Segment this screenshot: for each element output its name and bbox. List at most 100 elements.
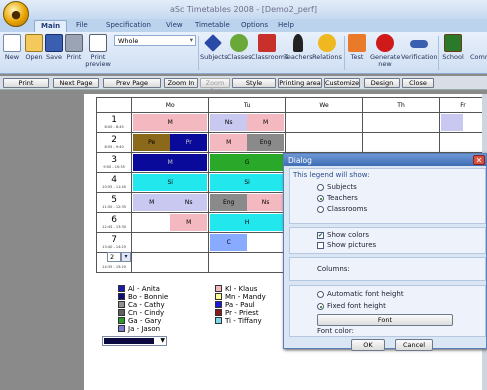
radio-fixed-font[interactable] [317,303,324,310]
school-button[interactable]: School [440,34,466,61]
tab-view[interactable]: View [160,20,189,32]
legend-swatch [215,309,222,316]
period-time: 11:50 - 12:35 [102,205,126,209]
period-time: 14:35 - 15:20 [102,265,126,269]
period-time: 13:40 - 14:25 [102,245,126,249]
classes-button[interactable]: Classes [227,34,252,61]
chevron-down-icon[interactable]: ▾ [121,252,131,262]
preview-toolbar: Print Next Page Prev Page Zoom In Zoom O… [0,76,487,95]
close-preview-button[interactable]: Close [402,78,434,88]
lesson-cell: Eng Ns [208,192,287,213]
glasses-icon [410,40,428,48]
radio-subjects[interactable] [317,184,324,191]
printer-icon [65,34,83,52]
test-button[interactable]: Test [345,34,369,61]
ok-button[interactable]: OK [351,339,385,351]
show-colors-checkbox[interactable]: ✔ [317,232,324,239]
radio-auto-font[interactable] [317,291,324,298]
radio-auto-font-label: Automatic font height [327,290,404,298]
lesson: M [210,134,248,151]
print-button[interactable]: Print [62,34,86,61]
lesson: M [170,214,208,231]
lesson: Pr [170,134,208,151]
tab-file[interactable]: File [70,20,94,32]
generate-icon [376,34,394,52]
subjects-button[interactable]: Subjects [200,34,228,61]
communication-button[interactable]: Comm [470,34,487,61]
lesson-cell [362,132,440,153]
tab-options[interactable]: Options [235,20,274,32]
save-label: Save [46,53,62,61]
tab-help[interactable]: Help [272,20,300,32]
lesson-cell [362,112,440,133]
period-number: 2 [111,135,117,145]
relations-icon [318,34,336,52]
teachers-button[interactable]: Teachers [284,34,313,61]
columns-label: Columns: [317,265,350,273]
legend-swatch [215,301,222,308]
font-button[interactable]: Font [317,314,453,326]
style-button[interactable]: Style [232,78,276,88]
corner-cell [95,97,133,113]
app-menu-orb[interactable]: ● [3,1,29,27]
relations-button[interactable]: Relations [312,34,342,61]
tab-timetable[interactable]: Timetable [189,20,236,32]
lesson-cell: G [208,152,287,173]
generate-new-button[interactable]: Generate new [370,34,400,68]
title-bar: aSc Timetables 2008 - [Demo2_perf] [0,0,487,20]
customize-button[interactable]: Customize [324,78,360,88]
view-select[interactable]: Whole ▾ [114,35,196,46]
legend-item: Bo - Bonnie [118,293,168,301]
verification-button[interactable]: Verification [401,34,438,61]
font-color-label: Font color: [317,327,354,335]
period-number: 3 [111,155,117,165]
new-button[interactable]: New [0,34,24,61]
lesson: Ns [170,194,208,211]
tab-specification[interactable]: Specification [100,20,157,32]
legend-item: Ga - Gary [118,317,161,325]
legend-label: Cn - Cindy [128,309,165,317]
lesson: Ns [247,194,285,211]
show-pictures-checkbox[interactable] [317,242,324,249]
legend-swatch [118,309,125,316]
ribbon-separator [438,36,439,70]
tab-main[interactable]: Main [34,20,68,32]
printing-area-button[interactable]: Printing area [278,78,322,88]
radio-classrooms[interactable] [317,206,324,213]
print-page-button[interactable]: Print [3,78,49,88]
period-number: 7 [111,235,117,245]
legend-label: Ti - Tiffany [225,317,262,325]
prev-page-button[interactable]: Prev Page [103,78,161,88]
next-page-button[interactable]: Next Page [53,78,99,88]
lesson-cell [285,112,364,133]
close-icon[interactable]: ✕ [473,155,485,165]
legend-item: Ca - Cathy [118,301,165,309]
lesson-cell: M Ns [131,192,210,213]
legend-label: Ja - Jason [128,325,161,333]
floppy-disk-icon [45,34,63,52]
zoom-in-button[interactable]: Zoom In [164,78,198,88]
view-select-value: Whole [118,37,139,45]
classrooms-button[interactable]: Classrooms [251,34,288,61]
columns-select[interactable]: 2 [107,252,121,262]
classes-label: Classes [227,53,252,61]
classes-icon [230,34,248,52]
ribbon: New Open Save Print Print preview Whole ▾… [0,32,487,74]
day-header: We [285,97,364,113]
period-time: 10:55 - 11:40 [102,185,126,189]
lesson: M [247,114,285,131]
subjects-icon [204,34,222,52]
radio-teachers[interactable] [317,195,324,202]
lesson-cell: Si [131,172,210,193]
legend-swatch [118,285,125,292]
relations-label: Relations [312,53,342,61]
lesson: M [133,114,208,131]
print-preview-button[interactable]: Print preview [84,34,112,68]
cancel-button[interactable]: Cancel [395,339,433,351]
lesson-cell: Pe Pr [131,132,210,153]
legend-label: Pr - Priest [225,309,259,317]
teachers-label: Teachers [284,53,313,61]
design-button[interactable]: Design [364,78,400,88]
font-color-select[interactable]: ▼ [102,336,167,346]
radio-subjects-label: Subjects [327,183,357,191]
